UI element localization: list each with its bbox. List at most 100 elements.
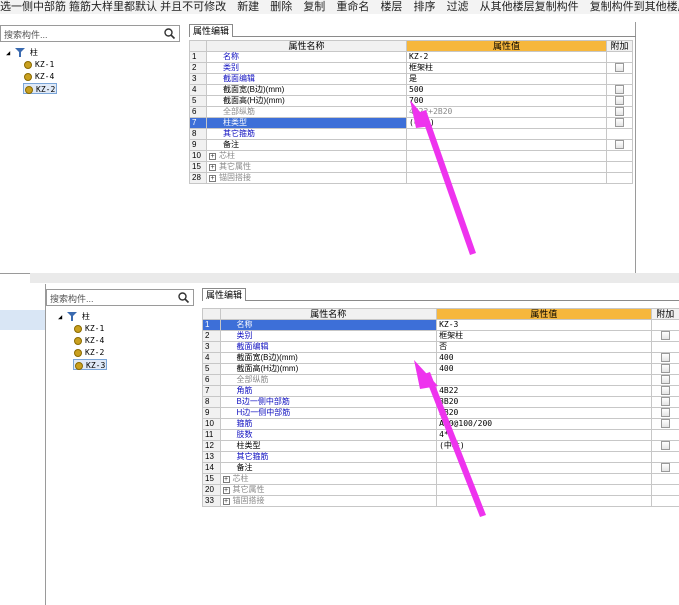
checkbox-icon[interactable]	[660, 408, 670, 418]
tree-item-selected[interactable]: KZ-3	[73, 359, 108, 370]
property-value[interactable]: (中柱)	[436, 440, 652, 452]
property-value[interactable]: 3B20	[436, 396, 652, 408]
property-value[interactable]	[406, 128, 607, 140]
expand-plus-icon[interactable]: +	[209, 153, 216, 160]
property-value[interactable]	[436, 495, 652, 507]
property-row[interactable]: 8 B边一侧中部筋 3B20	[202, 396, 679, 408]
property-row[interactable]: 7 角筋 4B22	[202, 385, 679, 397]
property-row[interactable]: 11 肢数 4*4	[202, 429, 679, 441]
property-row[interactable]: 10 箍筋 A10@100/200	[202, 418, 679, 430]
checkbox-icon[interactable]	[660, 397, 670, 407]
property-value[interactable]: 框架柱	[436, 330, 652, 342]
checkbox-icon[interactable]	[660, 386, 670, 396]
expand-plus-icon[interactable]: +	[209, 164, 216, 171]
property-row[interactable]: 3 截面编辑 是	[189, 73, 633, 85]
property-value[interactable]: 500	[406, 84, 607, 96]
property-value[interactable]: 框架柱	[406, 62, 607, 74]
property-value[interactable]: KZ-3	[436, 319, 652, 331]
property-value[interactable]	[436, 473, 652, 485]
checkbox-icon[interactable]	[660, 353, 670, 363]
property-row[interactable]: 9 备注	[189, 139, 633, 151]
property-row[interactable]: 15 + 其它属性	[189, 161, 633, 173]
property-row[interactable]: 2 类别 框架柱	[202, 330, 679, 342]
property-value[interactable]	[406, 150, 607, 162]
checkbox-icon[interactable]	[615, 107, 624, 117]
property-value[interactable]: 3B20	[436, 407, 652, 419]
toolbar-copy[interactable]: 复制	[303, 0, 325, 14]
property-value[interactable]	[406, 172, 607, 184]
property-value[interactable]: A10@100/200	[436, 418, 652, 430]
toolbar-rename[interactable]: 重命名	[336, 0, 369, 14]
tree-root[interactable]: ◢ 柱	[58, 311, 90, 322]
property-row[interactable]: 9 H边一侧中部筋 3B20	[202, 407, 679, 419]
property-row[interactable]: 4 截面宽(B边)(mm) 500	[189, 84, 633, 96]
expand-plus-icon[interactable]: +	[222, 476, 230, 483]
tree-item-selected[interactable]: KZ-2	[23, 83, 58, 94]
checkbox-icon[interactable]	[660, 419, 670, 429]
property-value[interactable]: 4B22	[436, 385, 652, 397]
toolbar-new[interactable]: 新建	[237, 0, 259, 14]
property-value[interactable]: 700	[406, 95, 607, 107]
property-row[interactable]: 5 截面高(H边)(mm) 700	[189, 95, 633, 107]
component-search-input[interactable]: 搜索构件...	[0, 25, 180, 42]
property-row[interactable]: 28 + 锚固搭接	[189, 172, 633, 184]
checkbox-icon[interactable]	[660, 441, 670, 451]
property-value[interactable]	[436, 451, 652, 463]
expand-plus-icon[interactable]: +	[222, 487, 230, 494]
expand-plus-icon[interactable]: +	[222, 498, 230, 505]
property-value[interactable]	[406, 161, 607, 173]
search-icon[interactable]	[163, 27, 176, 40]
property-value[interactable]	[436, 462, 652, 474]
toolbar-copy-from-floor[interactable]: 从其他楼层复制构件	[480, 0, 579, 14]
search-icon[interactable]	[177, 291, 190, 304]
tab-property-edit[interactable]: 属性编辑	[202, 288, 247, 301]
property-row[interactable]: 15 + 芯柱	[202, 473, 679, 485]
checkbox-icon[interactable]	[660, 463, 670, 473]
property-value[interactable]	[406, 139, 607, 151]
property-row[interactable]: 33 + 锚固搭接	[202, 495, 679, 507]
property-row[interactable]: 13 其它箍筋	[202, 451, 679, 463]
checkbox-icon[interactable]	[615, 96, 624, 106]
expand-plus-icon[interactable]: +	[209, 175, 216, 182]
checkbox-icon[interactable]	[660, 331, 670, 341]
tree-item[interactable]: KZ-1	[24, 59, 54, 70]
property-value[interactable]: (中柱)	[406, 117, 607, 129]
property-value[interactable]: 400	[436, 352, 652, 364]
property-row[interactable]: 7 柱类型 (中柱)	[189, 117, 633, 129]
tree-item[interactable]: KZ-4	[24, 71, 54, 82]
tree-root[interactable]: ◢ 柱	[6, 47, 38, 58]
property-row[interactable]: 1 名称 KZ-3	[202, 319, 679, 331]
property-row[interactable]: 6 全部纵筋 4B22+2B20	[189, 106, 633, 118]
tree-item[interactable]: KZ-2	[74, 347, 104, 358]
property-row[interactable]: 6 全部纵筋	[202, 374, 679, 386]
checkbox-icon[interactable]	[615, 85, 624, 95]
property-row[interactable]: 20 + 其它属性	[202, 484, 679, 496]
property-row[interactable]: 10 + 芯柱	[189, 150, 633, 162]
property-value[interactable]: 4B22+2B20	[406, 106, 607, 118]
property-value[interactable]: 400	[436, 363, 652, 375]
checkbox-icon[interactable]	[615, 140, 624, 150]
tree-item[interactable]: KZ-4	[74, 335, 104, 346]
checkbox-icon[interactable]	[615, 63, 624, 73]
tree-item[interactable]: KZ-1	[74, 323, 104, 334]
property-row[interactable]: 12 柱类型 (中柱)	[202, 440, 679, 452]
toolbar-copy-to-floor[interactable]: 复制构件到其他楼层	[590, 0, 679, 14]
toolbar-delete[interactable]: 删除	[270, 0, 292, 14]
property-row[interactable]: 5 截面高(H边)(mm) 400	[202, 363, 679, 375]
checkbox-icon[interactable]	[660, 375, 670, 385]
tab-property-edit[interactable]: 属性编辑	[189, 24, 234, 37]
property-value[interactable]	[436, 484, 652, 496]
toolbar-sort[interactable]: 排序	[414, 0, 436, 14]
property-row[interactable]: 3 截面编辑 否	[202, 341, 679, 353]
property-value[interactable]	[436, 374, 652, 386]
property-row[interactable]: 4 截面宽(B边)(mm) 400	[202, 352, 679, 364]
toolbar-floor[interactable]: 楼层	[380, 0, 402, 14]
property-value[interactable]: 4*4	[436, 429, 652, 441]
property-row[interactable]: 8 其它箍筋	[189, 128, 633, 140]
property-value[interactable]: 否	[436, 341, 652, 353]
property-row[interactable]: 2 类别 框架柱	[189, 62, 633, 74]
component-search-input[interactable]: 搜索构件...	[46, 289, 194, 306]
checkbox-icon[interactable]	[615, 118, 624, 128]
property-value[interactable]: 是	[406, 73, 607, 85]
property-value[interactable]: KZ-2	[406, 51, 607, 63]
